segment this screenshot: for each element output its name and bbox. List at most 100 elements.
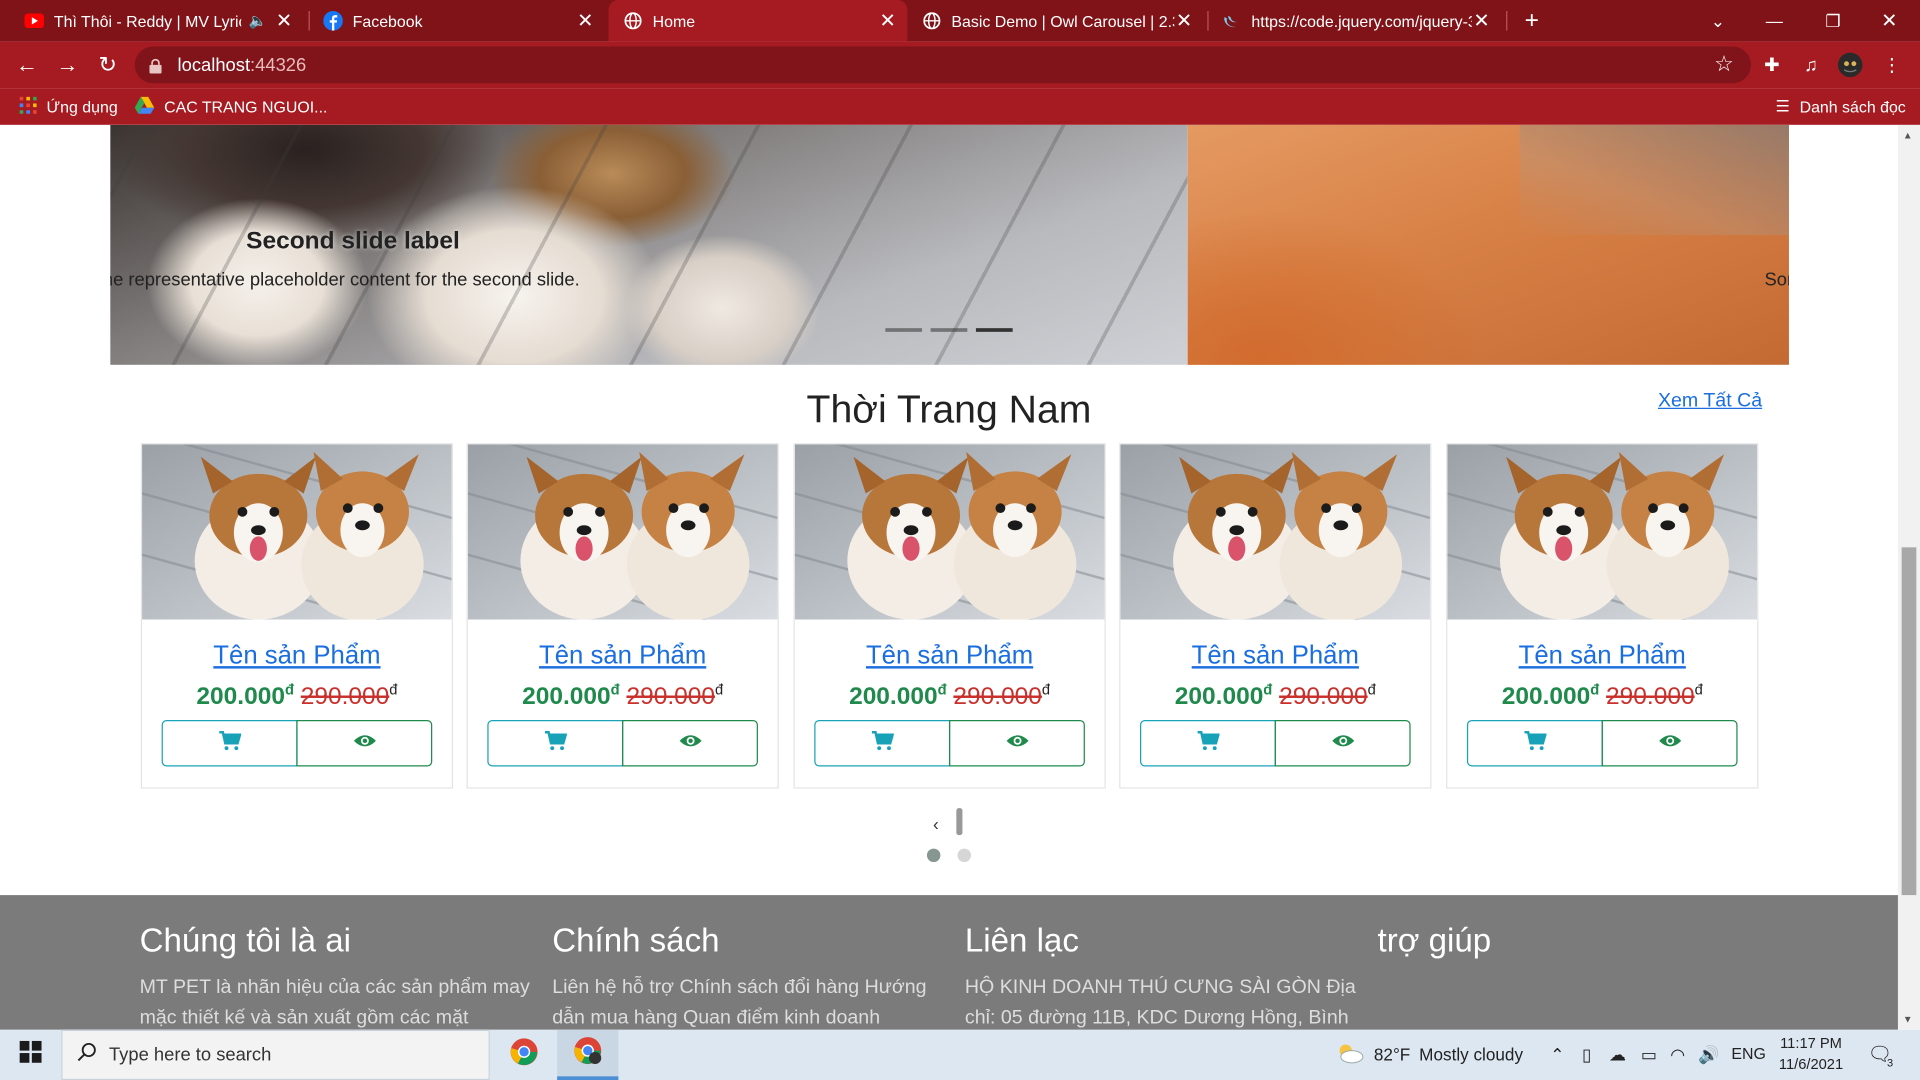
product-name-link[interactable]: Tên sản Phẩm — [1120, 642, 1430, 671]
add-to-cart-button[interactable] — [1466, 720, 1603, 767]
chrome-icon — [509, 1037, 538, 1073]
start-button[interactable] — [0, 1030, 61, 1080]
tab-facebook[interactable]: Facebook ✕ — [309, 0, 605, 42]
close-tab-icon[interactable]: ✕ — [878, 9, 898, 33]
page-scrollbar[interactable]: ▲ ▼ — [1897, 124, 1920, 1030]
weather-temperature[interactable]: 82°F — [1374, 1044, 1410, 1064]
weather-cloudy-icon[interactable] — [1335, 1042, 1364, 1068]
footer-column-policy: Chính sách Liên hệ hỗ trợ Chính sách đổi… — [552, 922, 944, 1030]
tab-title: https://code.jquery.com/jquery-3 — [1251, 11, 1472, 31]
product-name-link[interactable]: Tên sản Phẩm — [468, 642, 778, 671]
price-current: 200.000đ — [849, 680, 947, 711]
footer-heading: trợ giúp — [1377, 922, 1492, 959]
product-image[interactable] — [794, 444, 1105, 620]
extensions-icon[interactable]: ✚ — [1758, 51, 1785, 78]
quick-view-button[interactable] — [1601, 720, 1738, 767]
taskbar-clock[interactable]: 11:17 PM 11/6/2021 — [1768, 1033, 1854, 1075]
tab-title: Home — [652, 11, 696, 31]
add-to-cart-button[interactable] — [814, 720, 951, 767]
minimize-button[interactable]: — — [1746, 0, 1802, 42]
close-tab-icon[interactable]: ✕ — [576, 9, 596, 33]
media-control-icon[interactable]: ♫ — [1798, 51, 1825, 78]
bookmark-label: CAC TRANG NGUOI... — [164, 97, 328, 117]
price-current: 200.000đ — [1501, 680, 1600, 711]
carousel-indicator[interactable] — [930, 328, 968, 332]
eye-icon — [678, 732, 702, 754]
price-current: 200.000đ — [522, 680, 620, 711]
cart-icon — [1523, 730, 1547, 756]
bookmark-star-icon[interactable]: ☆ — [1714, 51, 1734, 77]
carousel-next-button[interactable] — [956, 808, 963, 836]
scrollbar-thumb[interactable] — [1901, 547, 1917, 896]
tab-home[interactable]: Home ✕ — [608, 0, 908, 42]
quick-view-button[interactable] — [948, 720, 1085, 767]
carousel-dot[interactable] — [957, 848, 972, 863]
product-card: Tên sản Phẩm 200.000đ 290.000đ — [1119, 443, 1432, 789]
reading-list-button[interactable]: ☰ Danh sách đọc — [1776, 97, 1906, 117]
restore-button[interactable]: ❐ — [1805, 0, 1861, 42]
weather-description[interactable]: Mostly cloudy — [1419, 1044, 1523, 1064]
price-original: 290.000 — [953, 683, 1042, 711]
product-image[interactable] — [467, 444, 778, 620]
close-window-button[interactable]: ✕ — [1861, 0, 1917, 42]
url-port: :44326 — [250, 55, 307, 76]
back-button[interactable]: ← — [9, 47, 46, 84]
taskbar-search-box[interactable]: Type here to search — [61, 1029, 490, 1080]
chrome-menu-icon[interactable]: ⋮ — [1878, 51, 1905, 78]
hero-carousel[interactable]: Second slide label ne representative pla… — [110, 124, 1789, 365]
add-to-cart-button[interactable] — [487, 720, 624, 767]
lock-icon[interactable] — [149, 58, 162, 74]
carousel-prev-button[interactable]: ‹ — [933, 814, 939, 834]
address-bar[interactable]: localhost:44326 ☆ — [134, 46, 1752, 84]
taskbar-chrome-profile[interactable] — [557, 1029, 619, 1080]
input-language[interactable]: ENG — [1731, 1044, 1765, 1062]
forward-button[interactable]: → — [49, 47, 86, 84]
product-image[interactable] — [142, 444, 452, 620]
battery-icon[interactable]: ▭ — [1641, 1044, 1657, 1065]
audio-icon[interactable]: 🔈 — [249, 12, 267, 29]
screen: Thì Thôi - Reddy | MV Lyrics ( 🔈 ✕ Faceb… — [0, 0, 1920, 1080]
product-image[interactable] — [1120, 444, 1431, 620]
product-card: Tên sản Phẩm 200.000đ 290.000đ — [140, 443, 454, 789]
carousel-indicator[interactable] — [885, 328, 923, 332]
cart-icon — [871, 730, 894, 756]
close-tab-icon[interactable]: ✕ — [1174, 9, 1194, 33]
tab-youtube[interactable]: Thì Thôi - Reddy | MV Lyrics ( 🔈 ✕ — [10, 0, 304, 42]
add-to-cart-button[interactable] — [161, 720, 298, 767]
slide-caption-title: Second slide label — [246, 227, 460, 255]
reload-button[interactable]: ↻ — [89, 47, 126, 84]
product-name-link[interactable]: Tên sản Phẩm — [1447, 642, 1757, 671]
close-tab-icon[interactable]: ✕ — [1472, 9, 1492, 33]
see-all-link[interactable]: Xem Tất Cả — [1658, 391, 1762, 413]
price-original: 290.000 — [626, 683, 715, 711]
wifi-icon[interactable]: ◠ — [1670, 1044, 1685, 1065]
tab-owl-carousel[interactable]: Basic Demo | Owl Carousel | 2.3.4 ✕ — [907, 0, 1203, 42]
onedrive-cloud-icon[interactable]: ☁ — [1609, 1044, 1626, 1065]
tab-search-chevron-icon[interactable]: ⌄ — [1690, 0, 1746, 42]
add-to-cart-button[interactable] — [1140, 720, 1276, 767]
bookmark-drive-folder[interactable]: CAC TRANG NGUOI... — [134, 96, 328, 118]
product-name-link[interactable]: Tên sản Phẩm — [795, 642, 1105, 671]
product-price: 200.000đ 290.000đ — [1501, 680, 1703, 711]
device-icon[interactable]: ▯ — [1582, 1044, 1591, 1065]
show-hidden-icons-chevron-icon[interactable]: ⌃ — [1550, 1044, 1564, 1065]
taskbar-chrome[interactable] — [493, 1030, 554, 1080]
scroll-up-arrow-icon[interactable]: ▲ — [1903, 130, 1913, 141]
close-tab-icon[interactable]: ✕ — [274, 9, 294, 33]
quick-view-button[interactable] — [296, 720, 433, 767]
carousel-dot-active[interactable] — [926, 848, 941, 863]
scroll-down-arrow-icon[interactable]: ▼ — [1903, 1014, 1913, 1025]
quick-view-button[interactable] — [622, 720, 758, 767]
tab-jquery[interactable]: https://code.jquery.com/jquery-3 ✕ — [1207, 0, 1501, 42]
quick-view-button[interactable] — [1274, 720, 1411, 767]
volume-icon[interactable]: 🔊 — [1698, 1044, 1719, 1065]
carousel-indicator-active[interactable] — [975, 328, 1013, 332]
profile-avatar[interactable] — [1837, 51, 1864, 78]
product-image[interactable] — [1447, 444, 1758, 620]
product-name-link[interactable]: Tên sản Phẩm — [142, 642, 452, 671]
bookmark-apps[interactable]: Ứng dụng — [19, 96, 118, 118]
cart-icon — [218, 730, 242, 756]
new-tab-button[interactable]: + — [1504, 0, 1560, 42]
youtube-icon — [24, 11, 45, 31]
jquery-icon — [1222, 11, 1242, 31]
